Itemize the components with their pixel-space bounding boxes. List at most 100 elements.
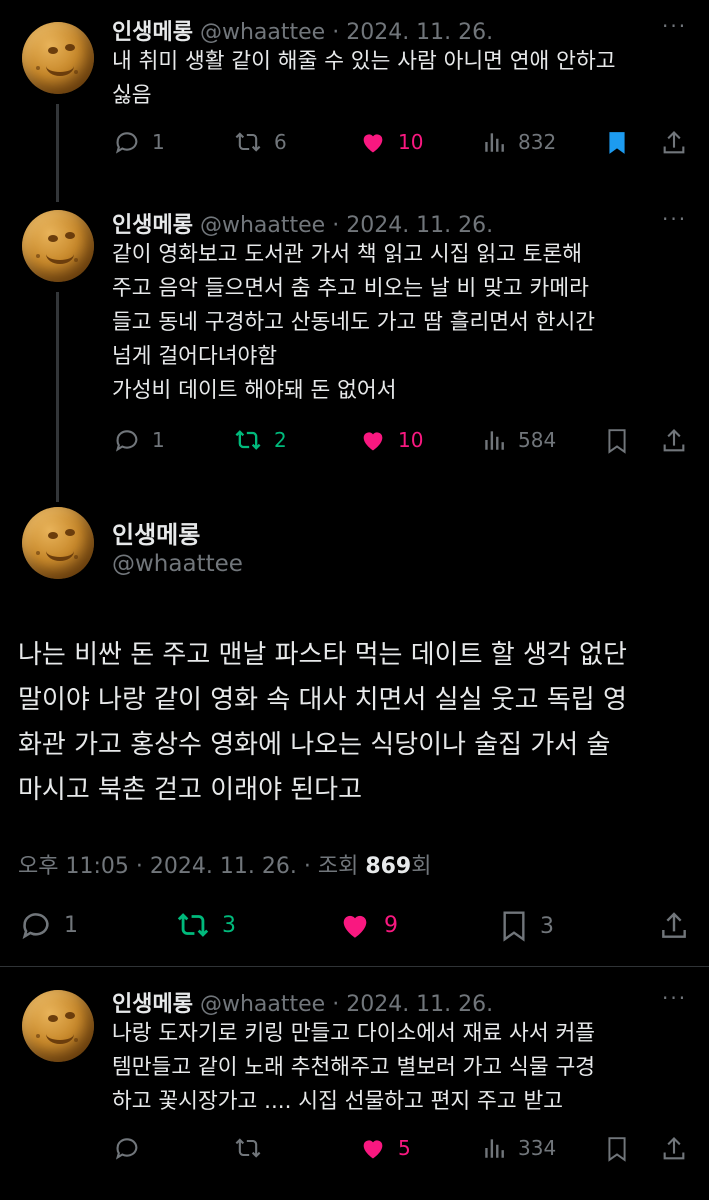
tweet-text: 나는 비싼 돈 주고 맨날 파스타 먹는 데이트 할 생각 없단 말이야 나랑 … bbox=[18, 633, 627, 813]
views-label: 조회 bbox=[317, 854, 359, 879]
tweet-meta: 오후 11:05 · 2024. 11. 26. · 조회 869회 bbox=[18, 848, 432, 880]
tweet-text-line: 싫음 bbox=[112, 83, 152, 108]
like-button[interactable]: 5 bbox=[358, 1134, 411, 1162]
views-icon bbox=[485, 133, 504, 152]
reply-button[interactable] bbox=[112, 1134, 142, 1162]
tweet-date[interactable]: 2024. 11. 26. bbox=[346, 20, 493, 45]
avatar[interactable] bbox=[22, 990, 94, 1062]
views-icon bbox=[485, 431, 504, 450]
tweet-text-line: 내 취미 생활 같이 해줄 수 있는 사람 아니면 연애 안하고 bbox=[112, 49, 616, 74]
bookmark-icon bbox=[503, 911, 525, 942]
views-count: 832 bbox=[518, 130, 557, 154]
tweet-text: 내 취미 생활 같이 해줄 수 있는 사람 아니면 연애 안하고 싫음 bbox=[112, 45, 616, 113]
avatar-speck bbox=[74, 70, 78, 74]
share-icon bbox=[663, 1137, 685, 1160]
reply-button[interactable]: 1 bbox=[112, 426, 165, 454]
bookmark-count: 3 bbox=[540, 913, 554, 939]
heart-icon bbox=[363, 1140, 383, 1159]
separator-dot: · bbox=[332, 20, 340, 45]
reply-button[interactable]: 1 bbox=[18, 908, 78, 942]
bookmark-button[interactable] bbox=[604, 128, 630, 158]
tweet-text-line: 주고 음악 들으면서 춤 추고 비오는 날 비 맞고 카메라 bbox=[112, 276, 589, 301]
display-name[interactable]: 인생메롱 bbox=[112, 992, 193, 1017]
avatar-eye bbox=[65, 1012, 75, 1019]
views-count: 584 bbox=[518, 428, 557, 452]
tweet-text-line: 가성비 데이트 해야돼 돈 없어서 bbox=[112, 378, 397, 403]
avatar-speck bbox=[36, 66, 40, 70]
reply-count: 1 bbox=[152, 130, 165, 154]
avatar-eye bbox=[65, 529, 75, 536]
tweet-date[interactable]: 2024. 11. 26. bbox=[346, 992, 493, 1017]
display-name[interactable]: 인생메롱 bbox=[112, 213, 193, 238]
tweet-text-line: 마시고 북촌 걷고 이래야 된다고 bbox=[18, 775, 363, 805]
avatar[interactable] bbox=[22, 210, 94, 282]
tweet-text-line: 나랑 도자기로 키링 만들고 다이소에서 재료 사서 커플 bbox=[112, 1021, 596, 1046]
tweet-text-line: 말이야 나랑 같이 영화 속 대사 치면서 실실 웃고 독립 영 bbox=[18, 685, 627, 715]
retweet-icon bbox=[235, 1138, 261, 1158]
retweet-count: 6 bbox=[274, 130, 287, 154]
tweet-date[interactable]: 2024. 11. 26. bbox=[346, 213, 493, 238]
avatar-speck bbox=[36, 551, 40, 555]
retweet-icon bbox=[235, 430, 261, 450]
share-button[interactable] bbox=[658, 908, 690, 944]
like-button[interactable]: 10 bbox=[358, 426, 423, 454]
tweet-date[interactable]: 2024. 11. 26. bbox=[150, 854, 297, 879]
avatar-eye bbox=[48, 1015, 58, 1022]
avatar-speck bbox=[36, 1034, 40, 1038]
like-button[interactable]: 9 bbox=[336, 908, 398, 942]
views-button[interactable]: 334 bbox=[482, 1134, 556, 1162]
avatar[interactable] bbox=[22, 507, 94, 579]
tweet-actions: 1 2 10 584 bbox=[112, 426, 692, 466]
heart-icon bbox=[363, 134, 383, 153]
reply-icon bbox=[115, 430, 138, 452]
heart-icon bbox=[343, 915, 367, 938]
like-count: 10 bbox=[398, 428, 424, 452]
handle[interactable]: @whaattee bbox=[200, 992, 325, 1017]
display-name[interactable]: 인생메롱 bbox=[112, 20, 193, 45]
like-count: 10 bbox=[398, 130, 424, 154]
tweet-text-line: 들고 동네 구경하고 산동네도 가고 땀 흘리면서 한시간 bbox=[112, 310, 596, 335]
views-suffix: 회 bbox=[411, 854, 432, 879]
avatar-mouth bbox=[46, 1024, 74, 1044]
tweet-actions: 5 334 bbox=[112, 1134, 692, 1174]
separator-dot: · bbox=[332, 213, 340, 238]
share-icon bbox=[663, 131, 685, 154]
views-button[interactable]: 584 bbox=[482, 426, 556, 454]
tweet-text: 같이 영화보고 도서관 가서 책 읽고 시집 읽고 토론해 주고 음악 들으면서… bbox=[112, 238, 595, 408]
avatar-speck bbox=[74, 1038, 78, 1042]
tweet-header: 인생메롱 @whaattee · 2024. 11. 26. bbox=[112, 207, 493, 239]
handle[interactable]: @whaattee bbox=[112, 551, 243, 577]
reply-icon bbox=[115, 132, 138, 154]
bookmark-icon bbox=[608, 1137, 626, 1162]
share-button[interactable] bbox=[660, 1134, 688, 1164]
avatar-speck bbox=[36, 254, 40, 258]
retweet-button[interactable]: 2 bbox=[232, 426, 287, 454]
reply-count: 1 bbox=[152, 428, 165, 452]
avatar-mouth bbox=[46, 244, 74, 264]
bookmark-button[interactable]: 3 bbox=[498, 908, 554, 944]
bookmark-button[interactable] bbox=[604, 426, 630, 456]
more-options-icon[interactable]: ··· bbox=[662, 14, 687, 38]
views-button[interactable]: 832 bbox=[482, 128, 556, 156]
avatar[interactable] bbox=[22, 22, 94, 94]
display-name[interactable]: 인생메롱 bbox=[112, 515, 200, 550]
tweet-time[interactable]: 오후 11:05 bbox=[18, 854, 129, 879]
views-count: 334 bbox=[518, 1136, 557, 1160]
share-button[interactable] bbox=[660, 128, 688, 158]
thread-connector bbox=[56, 292, 59, 502]
share-button[interactable] bbox=[660, 426, 688, 456]
reply-button[interactable]: 1 bbox=[112, 128, 165, 156]
retweet-button[interactable]: 3 bbox=[174, 908, 236, 942]
handle[interactable]: @whaattee bbox=[200, 213, 325, 238]
bookmark-button[interactable] bbox=[604, 1134, 630, 1164]
reply-count: 1 bbox=[64, 912, 78, 938]
tweet-text-line: 화관 가고 홍상수 영화에 나오는 식당이나 술집 가서 술 bbox=[18, 730, 611, 760]
more-options-icon[interactable]: ··· bbox=[662, 986, 687, 1010]
like-button[interactable]: 10 bbox=[358, 128, 423, 156]
retweet-button[interactable] bbox=[232, 1134, 264, 1162]
handle[interactable]: @whaattee bbox=[200, 20, 325, 45]
avatar-eye bbox=[65, 232, 75, 239]
more-options-icon[interactable]: ··· bbox=[662, 207, 687, 231]
tweet-actions: 1 3 9 3 bbox=[18, 908, 698, 948]
retweet-button[interactable]: 6 bbox=[232, 128, 287, 156]
